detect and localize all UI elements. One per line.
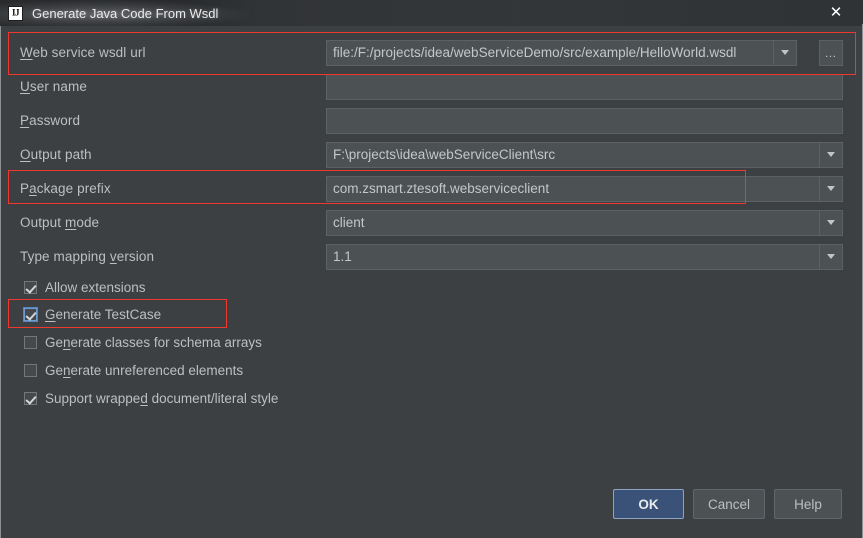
checkbox-allow-extensions[interactable]: Allow extensions	[24, 276, 146, 298]
label-wsdl-url: Web service wsdl url	[20, 45, 146, 60]
cancel-button[interactable]: Cancel	[693, 489, 765, 519]
label-password: Password	[20, 113, 81, 128]
browse-button[interactable]: …	[819, 39, 843, 66]
dialog-content: Web service wsdl url file:/F:/projects/i…	[1, 26, 862, 537]
chevron-down-icon[interactable]	[819, 176, 842, 201]
chevron-down-icon[interactable]	[819, 210, 842, 235]
dialog-window: IJ Generate Java Code From Wsdl ✕ Web se…	[0, 0, 863, 538]
help-button[interactable]: Help	[774, 489, 842, 519]
checkbox-generate-testcase-label: Generate TestCase	[45, 306, 162, 322]
input-package-prefix[interactable]: com.zsmart.ztesoft.webserviceclient	[326, 175, 843, 202]
input-output-mode[interactable]: client	[326, 209, 843, 236]
field-row-output-mode: Output mode client	[1, 206, 862, 239]
checkbox-allow-extensions-label: Allow extensions	[45, 279, 146, 295]
field-row-output-path: Output path F:\projects\idea\webServiceC…	[1, 138, 862, 171]
input-type-mapping-version-value: 1.1	[333, 249, 352, 264]
input-password[interactable]	[326, 107, 843, 134]
intellij-logo-icon: IJ	[8, 5, 23, 21]
checkbox-generate-unreferenced-elements[interactable]: Generate unreferenced elements	[24, 359, 243, 381]
field-row-password: Password	[1, 104, 862, 137]
checkbox-generate-testcase[interactable]: Generate TestCase	[24, 303, 161, 325]
chevron-down-icon[interactable]	[819, 142, 842, 167]
field-row-wsdl-url: Web service wsdl url file:/F:/projects/i…	[1, 36, 862, 69]
ok-button[interactable]: OK	[613, 489, 684, 519]
checkbox-generate-unreferenced-elements-box[interactable]	[24, 363, 37, 377]
input-wsdl-url-value: file:/F:/projects/idea/webServiceDemo/sr…	[333, 45, 737, 60]
input-output-path-value: F:\projects\idea\webServiceClient\src	[333, 147, 556, 162]
intellij-logo-text: IJ	[11, 7, 20, 18]
dialog-title: Generate Java Code From Wsdl	[32, 5, 219, 21]
label-output-path: Output path	[20, 147, 92, 162]
field-row-package-prefix: Package prefix com.zsmart.ztesoft.webser…	[1, 172, 862, 205]
input-output-mode-value: client	[333, 215, 365, 230]
field-row-user-name: User name	[1, 70, 862, 103]
checkbox-support-wrapped-doc-literal[interactable]: Support wrapped document/literal style	[24, 387, 278, 409]
chevron-down-icon[interactable]	[819, 244, 842, 269]
label-type-mapping-version: Type mapping version	[20, 249, 155, 264]
checkbox-generate-classes-schema-arrays-label: Generate classes for schema arrays	[45, 334, 262, 350]
checkbox-generate-testcase-box[interactable]	[24, 307, 37, 321]
dialog-titlebar: IJ Generate Java Code From Wsdl ✕	[0, 0, 863, 26]
label-package-prefix: Package prefix	[20, 181, 111, 196]
input-wsdl-url[interactable]: file:/F:/projects/idea/webServiceDemo/sr…	[326, 39, 797, 66]
close-icon[interactable]: ✕	[827, 3, 845, 21]
label-user-name: User name	[20, 79, 87, 94]
input-package-prefix-value: com.zsmart.ztesoft.webserviceclient	[333, 181, 550, 196]
input-user-name[interactable]	[326, 73, 843, 100]
label-output-mode: Output mode	[20, 215, 100, 230]
input-type-mapping-version[interactable]: 1.1	[326, 243, 843, 270]
checkbox-allow-extensions-box[interactable]	[24, 280, 37, 294]
checkbox-support-wrapped-doc-literal-label: Support wrapped document/literal style	[45, 390, 279, 406]
checkbox-generate-unreferenced-elements-label: Generate unreferenced elements	[45, 362, 244, 378]
checkbox-generate-classes-schema-arrays[interactable]: Generate classes for schema arrays	[24, 331, 262, 353]
input-output-path[interactable]: F:\projects\idea\webServiceClient\src	[326, 141, 843, 168]
chevron-down-icon[interactable]	[773, 40, 796, 65]
checkbox-generate-classes-schema-arrays-box[interactable]	[24, 335, 37, 349]
field-row-type-mapping-version: Type mapping version 1.1	[1, 240, 862, 273]
checkbox-support-wrapped-doc-literal-box[interactable]	[24, 391, 37, 405]
